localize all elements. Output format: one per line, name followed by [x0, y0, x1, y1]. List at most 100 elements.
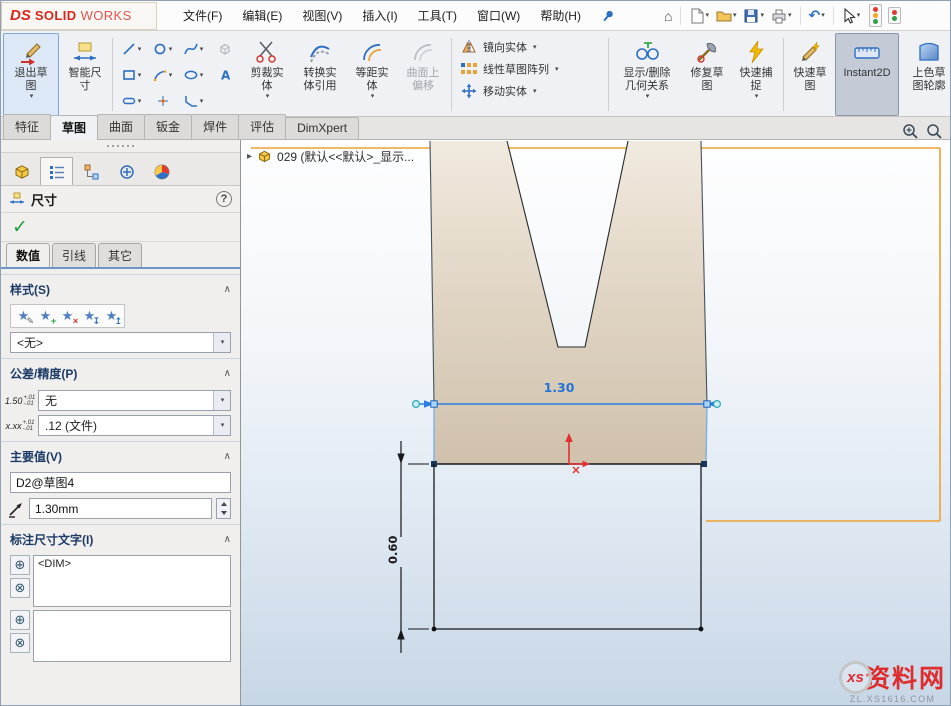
slot-tool-button[interactable]: ▾	[116, 88, 147, 114]
tab-evaluate[interactable]: 评估	[238, 114, 286, 139]
dim-height-label[interactable]: 0.60	[386, 536, 400, 564]
ellipse-tool-button[interactable]: ▾	[178, 62, 209, 88]
instant2d-button[interactable]: Instant2D	[835, 33, 899, 116]
menu-insert[interactable]: 插入(I)	[352, 2, 407, 29]
convert-entities-button[interactable]: 转换实 体引用	[294, 33, 346, 116]
delete-style-button[interactable]: ★×	[57, 306, 78, 326]
dim-text-symbol-button-3[interactable]: ⊕	[10, 610, 30, 630]
menu-tools[interactable]: 工具(T)	[408, 2, 467, 29]
undo-button[interactable]: ↶ ▾	[806, 5, 828, 26]
tab-feature-manager[interactable]	[5, 157, 38, 185]
traffic-light-icon-1[interactable]	[869, 4, 882, 27]
dim-text-symbol-button-2[interactable]: ⊗	[10, 578, 30, 598]
arc-tool-button[interactable]: ▾	[147, 62, 178, 88]
linear-pattern-button[interactable]: 线性草图阵列 ▾	[455, 60, 605, 78]
tab-sheet-metal[interactable]: 钣金	[144, 114, 192, 139]
dropdown-button[interactable]: ▾	[213, 416, 230, 435]
tolerance-type-dropdown[interactable]: 无 ▾	[38, 390, 231, 411]
pin-menu-button[interactable]	[601, 9, 615, 23]
dim-width-label[interactable]: 1.30	[544, 380, 575, 395]
dim-handle-right[interactable]	[714, 401, 721, 408]
save-style-button[interactable]: ★↧	[79, 306, 100, 326]
smart-dimension-button[interactable]: 智能尺 寸	[61, 33, 109, 116]
endpoint-handle-right[interactable]	[704, 401, 710, 407]
new-document-button[interactable]: ▾	[686, 6, 712, 26]
dropdown-button[interactable]: ▾	[213, 333, 230, 352]
sketch-point[interactable]	[699, 627, 704, 632]
endpoint-handle-left[interactable]	[431, 401, 437, 407]
quick-snaps-button[interactable]: 快速捕 捉 ▾	[732, 33, 780, 116]
ok-button[interactable]: ✓	[12, 218, 28, 237]
dim-handle-left[interactable]	[413, 401, 420, 408]
dim-text-symbol-button-1[interactable]: ⊕	[10, 555, 30, 575]
repair-sketch-button[interactable]: 修复草 图	[684, 33, 730, 116]
tab-property-manager[interactable]	[40, 157, 73, 185]
dropdown-button[interactable]: ▾	[213, 391, 230, 410]
zoom-in-icon[interactable]	[902, 123, 918, 139]
tree-expand-arrow-icon[interactable]: ▸	[247, 151, 252, 162]
text-tool-button[interactable]: A	[209, 62, 240, 88]
menu-window[interactable]: 窗口(W)	[467, 2, 530, 29]
spin-up-icon[interactable]	[217, 499, 230, 509]
tab-dimxpert-manager[interactable]	[110, 157, 143, 185]
traffic-light-icon-2[interactable]	[888, 7, 901, 24]
panel-splitter[interactable]	[1, 140, 240, 153]
tab-display-manager[interactable]	[145, 157, 178, 185]
tab-value[interactable]: 数值	[6, 243, 50, 267]
trim-entities-button[interactable]: 剪裁实 体 ▾	[242, 33, 292, 116]
tab-leaders[interactable]: 引线	[52, 243, 96, 267]
point-tool-button[interactable]	[147, 88, 178, 114]
load-style-button[interactable]: ★↥	[101, 306, 122, 326]
tab-configuration-manager[interactable]	[75, 157, 108, 185]
document-name[interactable]: 029 (默认<<默认>_显示...	[277, 148, 414, 165]
tab-weldments[interactable]: 焊件	[191, 114, 239, 139]
dimension-text-area-2[interactable]	[33, 610, 231, 662]
display-relations-button[interactable]: 显示/删除 几何关系 ▾	[612, 33, 682, 116]
zoom-area-icon[interactable]	[926, 123, 942, 139]
sketch-point[interactable]	[701, 461, 707, 467]
precision-dropdown[interactable]: .12 (文件) ▾	[38, 415, 231, 436]
3d-sketch-button[interactable]	[209, 36, 240, 62]
tab-other[interactable]: 其它	[98, 243, 142, 267]
tab-dimxpert[interactable]: DimXpert	[285, 117, 359, 139]
print-button[interactable]: ▾	[768, 6, 795, 26]
line-tool-button[interactable]: ▾	[116, 36, 147, 62]
spin-down-icon[interactable]	[217, 509, 230, 519]
select-tool-button[interactable]: ▾	[839, 6, 864, 26]
menu-view[interactable]: 视图(V)	[292, 2, 352, 29]
rapid-sketch-button[interactable]: 快速草 图	[787, 33, 833, 116]
value-spinner[interactable]	[216, 498, 231, 519]
offset-entities-button[interactable]: 等距实 体 ▾	[348, 33, 396, 116]
menu-file[interactable]: 文件(F)	[173, 2, 232, 29]
add-style-button[interactable]: ★+	[35, 306, 56, 326]
home-button[interactable]: ⌂	[661, 6, 675, 26]
dim-height[interactable]	[397, 441, 429, 653]
mirror-entities-button[interactable]: 镜向实体 ▾	[455, 38, 605, 56]
exit-sketch-button[interactable]: 退出草 图 ▾	[3, 33, 59, 116]
dimension-name-field[interactable]: D2@草图4	[10, 472, 231, 493]
sketch-rectangle[interactable]	[434, 464, 701, 629]
tab-surfaces[interactable]: 曲面	[97, 114, 145, 139]
style-dropdown[interactable]: <无> ▾	[10, 332, 231, 353]
rectangle-tool-button[interactable]: ▾	[116, 62, 147, 88]
move-entities-button[interactable]: 移动实体 ▾	[455, 82, 605, 100]
chamfer-tool-button[interactable]: ▾	[178, 88, 209, 114]
circle-tool-button[interactable]: ▾	[147, 36, 178, 62]
menu-help[interactable]: 帮助(H)	[530, 2, 591, 29]
dimension-text-area[interactable]: <DIM>	[33, 555, 231, 607]
spline-tool-button[interactable]: ▾	[178, 36, 209, 62]
menu-edit[interactable]: 编辑(E)	[232, 2, 292, 29]
sketch-point[interactable]	[432, 627, 437, 632]
tab-features[interactable]: 特征	[3, 114, 51, 139]
graphics-viewport[interactable]: ▸ 029 (默认<<默认>_显示...	[241, 140, 951, 706]
section-primary-value-header[interactable]: 主要值(V) ∧	[1, 441, 240, 469]
sketch-canvas[interactable]: 1.30	[241, 140, 951, 706]
section-dimension-text-header[interactable]: 标注尺寸文字(I) ∧	[1, 524, 240, 552]
tab-sketch[interactable]: 草图	[50, 115, 98, 140]
section-tolerance-header[interactable]: 公差/精度(P) ∧	[1, 358, 240, 386]
sketch-side-right[interactable]	[706, 404, 707, 464]
part-face[interactable]	[430, 141, 707, 464]
dimension-value-field[interactable]: 1.30mm	[29, 498, 212, 519]
dim-text-symbol-button-4[interactable]: ⊗	[10, 633, 30, 653]
open-document-button[interactable]: ▾	[713, 6, 740, 25]
